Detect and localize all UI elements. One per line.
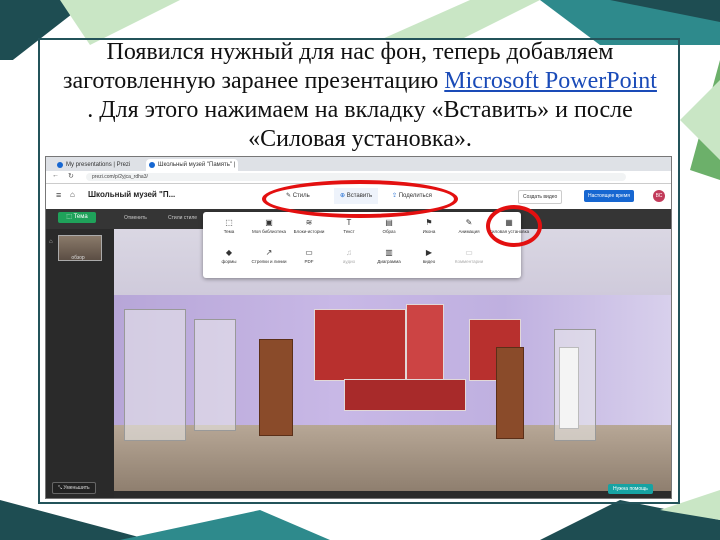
display-case (124, 309, 186, 441)
styles-button[interactable]: Стили стиле (168, 215, 197, 221)
insert-menu-item-label: Стрелки и линии (251, 259, 287, 264)
insert-menu-item-label: Текст (343, 229, 355, 234)
insert-menu-item-label: Икона (422, 229, 436, 234)
animation-icon: ✎ (465, 218, 473, 227)
document-title[interactable]: Школьный музей "П... (88, 190, 175, 199)
browser-tab-label: My presentations | Prezi (66, 162, 131, 168)
insert-menu-item[interactable]: ♫ аудио (327, 248, 371, 264)
comment-icon: ▭ (465, 248, 473, 257)
browser-tab-museum[interactable]: Школьный музей "Память" | Pr... (146, 159, 238, 180)
insert-menu-item[interactable]: ▣ Моя библиотека (247, 218, 291, 234)
insert-menu-item-label: Комментарии (454, 259, 484, 264)
back-icon[interactable]: ← (52, 172, 59, 179)
undo-button[interactable]: Отменить (124, 215, 147, 221)
insert-menu-item[interactable]: ⚑ Икона (407, 218, 451, 234)
flag-icon: ⚑ (425, 218, 433, 227)
insert-menu-item[interactable]: ✎ Анимация (447, 218, 491, 234)
slide-heading: Появился нужный для нас фон, теперь доба… (60, 38, 660, 154)
chart-icon: ▥ (385, 248, 393, 257)
insert-menu-item[interactable]: ↗ Стрелки и линии (247, 248, 291, 264)
exhibit-poster (314, 309, 406, 381)
theme-button-label: Тема (73, 214, 88, 220)
heading-text-after: . Для этого нажимаем на вкладку «Вставит… (87, 97, 633, 152)
text-icon: T (346, 218, 352, 227)
insert-menu-item-label: формы (221, 259, 237, 264)
zoom-out-button[interactable]: ⤡ Уменьшить (52, 482, 96, 494)
zoom-out-label: Уменьшить (63, 485, 90, 491)
insert-menu: ⬚ Тема ▣ Моя библиотека ≋ Блоки-истории T Текст… (203, 212, 529, 278)
powerpoint-link[interactable]: Microsoft PowerPoint (444, 68, 657, 94)
thumbnail-label: обзор (71, 255, 85, 261)
insert-menu-item[interactable]: ≋ Блоки-истории (287, 218, 331, 234)
video-icon: ▶ (425, 248, 433, 257)
insert-menu-item[interactable]: T Текст (327, 218, 371, 234)
present-button[interactable]: Настоящее время (584, 190, 634, 202)
pdf-icon: ▭ (305, 248, 313, 257)
browser-tab-presentations[interactable]: My presentations | Prezi (54, 159, 144, 171)
insert-menu-item-label: Тема (223, 229, 235, 234)
insert-menu-item-label: Моя библиотека (251, 229, 287, 234)
insert-menu-item[interactable]: ⬚ Тема (207, 218, 251, 234)
insert-menu-item[interactable]: ▭ Комментарии (447, 248, 491, 264)
insert-menu-item-label: Образ (382, 229, 396, 234)
insert-menu-item[interactable]: ▥ Диаграмма (367, 248, 411, 264)
theme-icon: ⬚ (66, 214, 74, 220)
corner-decoration-right (680, 60, 720, 180)
exhibit-poster (406, 304, 444, 382)
display-case (194, 319, 236, 431)
highlight-oval-top-tabs (262, 180, 458, 218)
insert-menu-item-label: аудио (342, 259, 356, 264)
prezi-screenshot: My presentations | Prezi Школьный музей … (45, 156, 672, 499)
home-icon[interactable]: ⌂ (70, 190, 75, 199)
prezi-favicon-icon (149, 162, 155, 168)
insert-menu-item[interactable]: ▤ Образ (367, 218, 411, 234)
insert-menu-item[interactable]: ◆ формы (207, 248, 251, 264)
audio-icon: ♫ (346, 248, 352, 257)
highlight-oval-power-unit (486, 205, 542, 247)
insert-menu-item-label: Блоки-истории (293, 229, 325, 234)
menu-icon[interactable]: ≡ (56, 190, 61, 200)
door (259, 339, 293, 436)
prezi-favicon-icon (57, 162, 63, 168)
create-video-button[interactable]: Создать видео (518, 190, 563, 204)
image-icon: ▤ (385, 218, 393, 227)
slides-panel: ⌂ обзор (46, 229, 114, 498)
insert-menu-item-label: Диаграмма (377, 259, 401, 264)
browser-tab-strip: My presentations | Prezi Школьный музей … (46, 157, 671, 180)
help-button[interactable]: Нужна помощь (608, 484, 653, 494)
home-icon[interactable]: ⌂ (49, 239, 53, 245)
library-icon: ▣ (265, 218, 273, 227)
insert-menu-item-label: видео (422, 259, 436, 264)
reload-icon[interactable]: ↻ (68, 172, 74, 180)
white-stand (559, 347, 579, 429)
insert-menu-item[interactable]: ▶ видео (407, 248, 451, 264)
arrows-icon: ↗ (265, 248, 273, 257)
user-avatar[interactable]: ВС (653, 190, 665, 202)
insert-menu-item-label: Анимация (458, 229, 480, 234)
insert-menu-item[interactable]: ▭ PDF (287, 248, 331, 264)
theme-button[interactable]: ⬚ Тема (58, 212, 96, 223)
exhibit-poster (344, 379, 466, 411)
door (496, 347, 524, 439)
insert-menu-item-label: PDF (304, 259, 314, 264)
story-blocks-icon: ≋ (305, 218, 313, 227)
theme-icon: ⬚ (225, 218, 233, 227)
shapes-icon: ◆ (225, 248, 233, 257)
